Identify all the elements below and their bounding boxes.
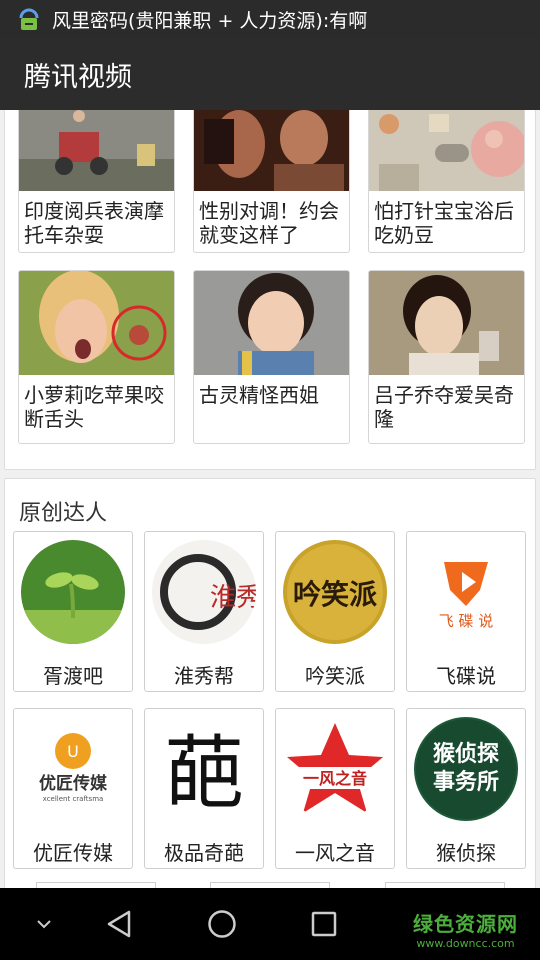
watermark: 绿色资源网 www.downcc.com	[413, 908, 518, 950]
svg-text:U: U	[67, 742, 79, 761]
video-thumbnail	[369, 110, 524, 191]
creators-panel: 原创达人 胥渡吧 淮秀帮 淮秀	[4, 478, 536, 888]
creator-avatar: 猴侦探事务所	[414, 717, 518, 821]
creator-card[interactable]: U 优匠传媒 xcellent craftsma 优匠传媒	[13, 708, 133, 869]
creator-avatar: U 优匠传媒 xcellent craftsma	[21, 717, 125, 821]
logo-text: 葩	[164, 727, 244, 820]
logo-text: 吟笑派	[293, 578, 377, 611]
section-title: 原创达人	[19, 501, 108, 526]
home-icon[interactable]	[192, 888, 252, 960]
logo-text: 猴侦探事务所	[432, 742, 499, 795]
creator-avatar: 飞 碟 说	[414, 540, 518, 644]
watermark-title: 绿色资源网	[413, 912, 518, 936]
logo-subtext: xcellent craftsma	[43, 795, 104, 803]
creator-avatar: 一风之音	[283, 717, 387, 821]
video-card[interactable]: 吕子乔夺爱吴奇隆	[368, 270, 525, 444]
creator-card[interactable]: 葩 极品奇葩	[144, 708, 264, 869]
video-title: 小萝莉吃苹果咬断舌头	[24, 383, 164, 431]
creator-avatar: 吟笑派	[283, 540, 387, 644]
creator-card[interactable]: 淮秀帮 淮秀帮	[144, 531, 264, 692]
creator-name: 飞碟说	[436, 664, 496, 688]
video-grid-panel: 印度阅兵表演摩托车杂耍 性别对调！约会就变这样了 怕打针宝宝浴后吃奶豆 小萝莉吃…	[4, 110, 536, 470]
video-thumbnail	[369, 271, 524, 375]
content-scroll-area[interactable]: 印度阅兵表演摩托车杂耍 性别对调！约会就变这样了 怕打针宝宝浴后吃奶豆 小萝莉吃…	[0, 110, 540, 888]
creator-card[interactable]: 胥渡吧	[13, 531, 133, 692]
collapse-icon[interactable]	[14, 888, 74, 960]
video-card[interactable]: 古灵精怪西姐	[193, 270, 350, 444]
creator-name: 吟笑派	[305, 664, 365, 688]
video-title: 吕子乔夺爱吴奇隆	[374, 383, 514, 431]
robot-lock-icon	[14, 4, 44, 34]
creator-name: 极品奇葩	[164, 841, 244, 865]
video-title: 古灵精怪西姐	[199, 383, 319, 407]
creator-name: 优匠传媒	[33, 841, 113, 865]
video-card[interactable]: 小萝莉吃苹果咬断舌头	[18, 270, 175, 444]
creator-card[interactable]: 吟笑派 吟笑派	[275, 531, 395, 692]
video-card[interactable]: 性别对调！约会就变这样了	[193, 110, 350, 253]
video-thumbnail	[19, 110, 174, 191]
video-card[interactable]: 怕打针宝宝浴后吃奶豆	[368, 110, 525, 253]
creator-name: 一风之音	[295, 841, 375, 865]
app-title: 腾讯视频	[24, 61, 132, 93]
logo-text: 淮秀帮	[210, 583, 256, 613]
creator-card[interactable]: 飞 碟 说 飞碟说	[406, 531, 526, 692]
video-thumbnail	[194, 271, 349, 375]
video-thumbnail	[19, 271, 174, 375]
creator-name: 淮秀帮	[174, 664, 234, 688]
video-card[interactable]: 印度阅兵表演摩托车杂耍	[18, 110, 175, 253]
video-title: 印度阅兵表演摩托车杂耍	[24, 199, 164, 247]
logo-text: 飞 碟 说	[439, 612, 494, 630]
creator-avatar	[21, 540, 125, 644]
app-bar: 腾讯视频	[0, 38, 540, 110]
creator-card[interactable]: 一风之音 一风之音	[275, 708, 395, 869]
notification-text: 风里密码(贵阳兼职 + 人力资源):有啊	[52, 9, 368, 32]
recents-icon[interactable]	[294, 888, 354, 960]
creator-name: 猴侦探	[436, 841, 496, 865]
creator-name: 胥渡吧	[43, 664, 103, 688]
status-bar: 风里密码(贵阳兼职 + 人力资源):有啊	[0, 0, 540, 38]
video-thumbnail	[194, 110, 349, 191]
creator-avatar: 淮秀帮	[152, 540, 256, 644]
creator-card[interactable]: 猴侦探事务所 猴侦探	[406, 708, 526, 869]
video-title: 性别对调！约会就变这样了	[199, 199, 339, 247]
watermark-url: www.downcc.com	[416, 937, 515, 950]
logo-text: 优匠传媒	[39, 773, 108, 794]
back-icon[interactable]	[90, 888, 150, 960]
video-title: 怕打针宝宝浴后吃奶豆	[374, 199, 514, 247]
logo-text: 一风之音	[303, 769, 367, 788]
creator-avatar: 葩	[152, 717, 256, 821]
